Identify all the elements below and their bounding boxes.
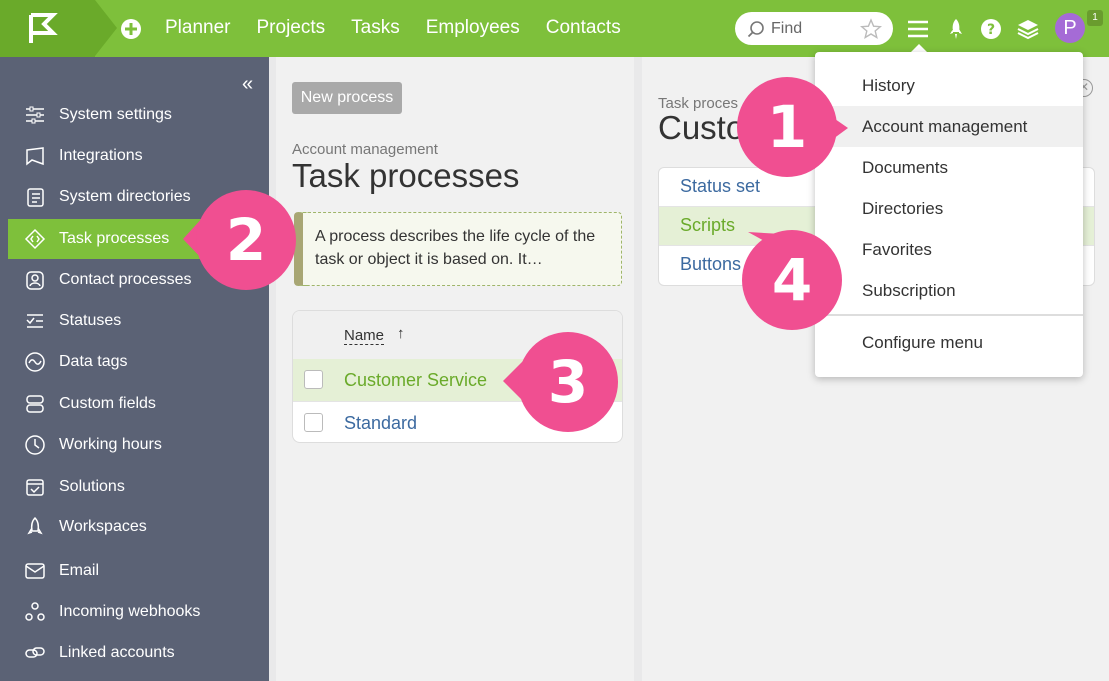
webhook-icon xyxy=(25,602,45,621)
sidebar-item-label: Task processes xyxy=(59,230,170,247)
menu-item-account-management[interactable]: Account management xyxy=(815,106,1083,147)
menu-item-subscription[interactable]: Subscription xyxy=(815,270,1083,311)
detail-title: Custo xyxy=(658,109,745,146)
nav-contacts[interactable]: Contacts xyxy=(546,16,621,40)
page-title: Task processes xyxy=(292,157,520,194)
sidebar-item-linked-accounts[interactable]: Linked accounts xyxy=(8,633,269,673)
diamond-code-icon xyxy=(24,228,46,250)
name-column-header[interactable]: Name xyxy=(344,327,385,345)
notification-badge: 1 xyxy=(1087,10,1103,26)
puzzle-icon xyxy=(26,147,44,166)
sidebar-item-system-settings[interactable]: System settings xyxy=(8,95,269,135)
sidebar-item-integrations[interactable]: Integrations xyxy=(8,136,269,176)
sidebar-item-label: System settings xyxy=(59,106,172,123)
checklist-icon xyxy=(26,314,43,328)
logo-flag-icon[interactable] xyxy=(28,13,58,45)
sidebar-item-label: System directories xyxy=(59,188,191,205)
sort-arrow-icon[interactable]: ↑ xyxy=(397,325,405,342)
layers-icon[interactable] xyxy=(1016,17,1040,41)
rocket-icon[interactable] xyxy=(944,17,968,41)
svg-text:?: ? xyxy=(987,22,995,38)
sidebar-item-label: Statuses xyxy=(59,312,122,329)
sidebar-item-label: Custom fields xyxy=(59,395,156,412)
menu-item-directories[interactable]: Directories xyxy=(815,188,1083,229)
collapse-sidebar-button[interactable]: « xyxy=(242,74,253,94)
sidebar-item-data-tags[interactable]: Data tags xyxy=(8,342,269,382)
row-label[interactable]: Standard xyxy=(344,413,417,434)
menu-divider xyxy=(815,314,1083,316)
sidebar-item-workspaces[interactable]: Workspaces xyxy=(8,507,269,547)
callout-3: 3 xyxy=(518,332,618,432)
sidebar-item-incoming-webhooks[interactable]: Incoming webhooks xyxy=(8,592,269,632)
nav-tasks[interactable]: Tasks xyxy=(351,16,400,40)
sidebar-item-label: Workspaces xyxy=(59,518,147,535)
sidebar-item-statuses[interactable]: Statuses xyxy=(8,301,269,341)
nav-projects[interactable]: Projects xyxy=(257,16,326,40)
sidebar-item-label: Solutions xyxy=(59,478,125,495)
row-checkbox[interactable] xyxy=(304,370,323,389)
logo-arrow xyxy=(95,0,117,56)
new-process-button[interactable]: New process xyxy=(292,82,402,114)
main-menu-dropdown: History Account management Documents Dir… xyxy=(815,52,1083,377)
callout-1: 1 xyxy=(737,77,837,177)
dropdown-caret xyxy=(911,44,927,52)
row-checkbox[interactable] xyxy=(304,413,323,432)
star-icon[interactable] xyxy=(860,18,882,40)
link-icon xyxy=(25,647,45,658)
rocket-icon xyxy=(27,516,43,535)
sidebar-item-label: Email xyxy=(59,562,100,579)
top-bar: Planner Projects Tasks Employees Contact… xyxy=(0,0,1109,57)
sidebar-item-label: Incoming webhooks xyxy=(59,603,201,620)
search-input[interactable] xyxy=(771,19,861,39)
info-hint: A process describes the life cycle of th… xyxy=(294,212,622,286)
sidebar-item-label: Working hours xyxy=(59,436,162,453)
sliders-icon xyxy=(26,106,44,124)
sidebar-item-label: Data tags xyxy=(59,353,128,370)
search-icon xyxy=(747,21,764,38)
fields-icon xyxy=(26,395,44,413)
nav-planner[interactable]: Planner xyxy=(165,16,231,40)
contact-book-icon xyxy=(26,271,44,290)
help-icon[interactable]: ? xyxy=(979,17,1003,41)
menu-item-history[interactable]: History xyxy=(815,65,1083,106)
menu-icon[interactable] xyxy=(906,17,930,41)
sidebar-item-custom-fields[interactable]: Custom fields xyxy=(8,384,269,424)
sidebar-item-label: Contact processes xyxy=(59,271,192,288)
sidebar-item-label: Integrations xyxy=(59,147,143,164)
row-label[interactable]: Customer Service xyxy=(344,370,487,391)
nav-employees[interactable]: Employees xyxy=(426,16,520,40)
add-icon[interactable] xyxy=(120,18,142,40)
sidebar-item-solutions[interactable]: Solutions xyxy=(8,467,269,507)
main-nav: Planner Projects Tasks Employees Contact… xyxy=(165,16,647,40)
sidebar-item-working-hours[interactable]: Working hours xyxy=(8,425,269,465)
mail-icon xyxy=(25,563,45,579)
menu-item-configure[interactable]: Configure menu xyxy=(815,322,1083,363)
callout-2: 2 xyxy=(196,190,296,290)
menu-item-documents[interactable]: Documents xyxy=(815,147,1083,188)
calendar-check-icon xyxy=(26,479,44,496)
clock-icon xyxy=(25,435,45,455)
menu-item-favorites[interactable]: Favorites xyxy=(815,229,1083,270)
avatar[interactable]: P xyxy=(1055,13,1085,43)
book-icon xyxy=(27,188,44,207)
search-box xyxy=(735,12,893,45)
sidebar-item-label: Linked accounts xyxy=(59,644,175,661)
breadcrumb[interactable]: Account management xyxy=(292,141,438,158)
sidebar-item-email[interactable]: Email xyxy=(8,551,269,591)
callout-4: 4 xyxy=(742,230,842,330)
wave-icon xyxy=(25,352,45,372)
